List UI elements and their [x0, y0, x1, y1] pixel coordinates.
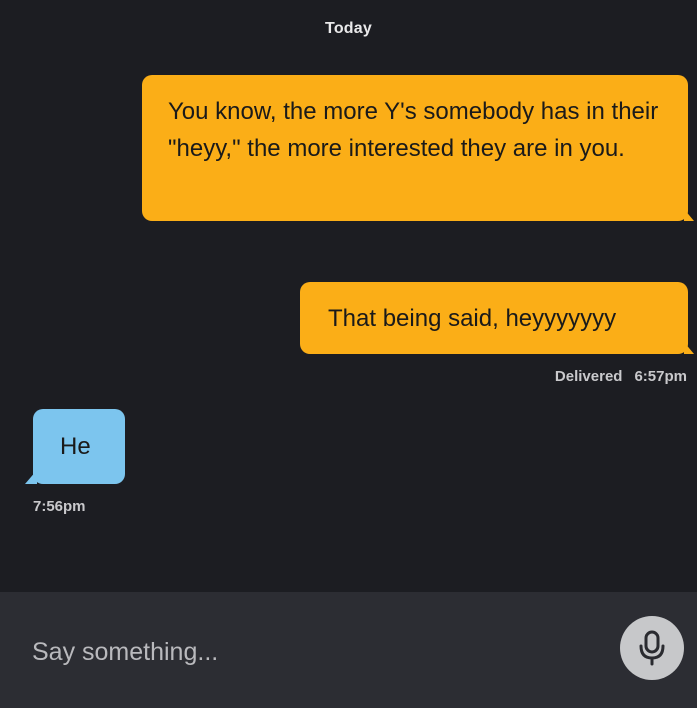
- incoming-message-bubble[interactable]: He: [25, 409, 125, 484]
- delivery-status: Delivered 6:57pm: [555, 368, 687, 385]
- conversation-view: Today You know, the more Y's somebody ha…: [0, 0, 697, 592]
- message-text: He: [60, 433, 91, 460]
- microphone-icon: [639, 630, 665, 666]
- outgoing-message-bubble[interactable]: That being said, heyyyyyyy: [300, 282, 694, 354]
- message-text: That being said, heyyyyyyy: [328, 305, 617, 332]
- message-text: You know, the more Y's somebody has in t…: [168, 98, 659, 162]
- day-separator: Today: [325, 20, 372, 37]
- message-timestamp: 6:57pm: [634, 368, 687, 385]
- message-input[interactable]: [32, 634, 592, 670]
- mic-button[interactable]: [620, 616, 684, 680]
- outgoing-message-bubble[interactable]: You know, the more Y's somebody has in t…: [142, 75, 694, 221]
- message-timestamp: 7:56pm: [33, 498, 86, 515]
- status-text: Delivered: [554, 368, 623, 385]
